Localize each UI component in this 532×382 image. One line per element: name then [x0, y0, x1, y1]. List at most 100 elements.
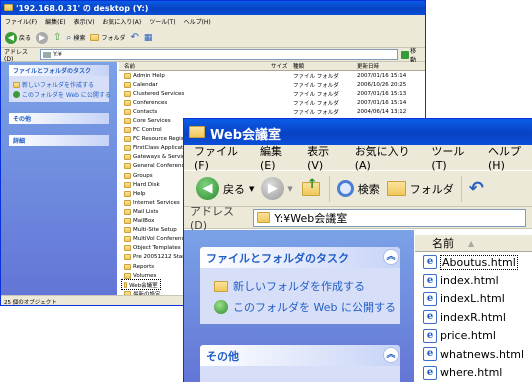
folders-button[interactable]: フォルダ — [90, 33, 125, 42]
file-name: indexR.html — [440, 310, 506, 324]
folder-icon — [124, 154, 131, 161]
table-row[interactable]: Clustered Services ファイル フォルダ 2007/01/16 15… — [119, 89, 425, 98]
back-address-field[interactable]: Y:¥ — [40, 49, 399, 60]
menu-item[interactable]: 表示(V) — [307, 143, 341, 172]
menu-item[interactable]: ツール(T) — [149, 17, 175, 26]
menu-item[interactable]: 編集(E) — [260, 143, 293, 172]
list-item[interactable]: e Aboutus.html — [423, 253, 524, 271]
back-tasks-header[interactable]: ファイルとフォルダのタスク — [9, 65, 109, 76]
undo-icon[interactable]: ↶ — [469, 178, 484, 199]
column-date[interactable]: 更新日時 — [357, 62, 379, 70]
collapse-tasks-icon[interactable]: ︽ — [383, 249, 399, 265]
menu-item[interactable]: ヘルプ(H) — [488, 143, 532, 172]
folder-icon — [124, 118, 131, 125]
menu-item[interactable]: ファイル(F) — [194, 143, 246, 172]
list-item[interactable]: e whatnews.html — [423, 345, 524, 363]
search-button[interactable]: 検索 — [336, 180, 380, 197]
column-name[interactable]: 名前 — [124, 62, 135, 70]
title-folder-icon — [189, 126, 205, 138]
folder-icon — [124, 127, 131, 134]
forward-dropdown-icon[interactable]: ▼ — [287, 185, 292, 193]
table-row[interactable]: Conferences ファイル フォルダ 2007/01/16 15:14 — [119, 98, 425, 107]
front-rows: e Aboutus.html e index.html e indexL.html e ind… — [423, 253, 524, 382]
menu-item[interactable]: ヘルプ(H) — [184, 17, 211, 26]
front-task-publish[interactable]: このフォルダを Web に公開する — [214, 299, 396, 315]
file-name: indexL.html — [440, 292, 505, 306]
folder-icon — [124, 218, 131, 225]
front-tasks-header[interactable]: ファイルとフォルダのタスク — [200, 247, 400, 268]
row-type: ファイル フォルダ — [293, 73, 339, 80]
menu-item[interactable]: お気に入り(A) — [355, 143, 418, 172]
separator — [328, 175, 330, 202]
row-name: Clustered Services — [133, 90, 185, 97]
table-row[interactable]: Web会議室 — [121, 279, 161, 291]
front-menu-bar: ファイル(F) 編集(E) 表示(V) お気に入り(A) ツール(T) ヘルプ(H) — [184, 143, 532, 172]
menu-item[interactable]: ツール(T) — [431, 143, 474, 172]
search-button[interactable]: ⌕ 検索 — [66, 33, 85, 43]
list-item[interactable]: e price.html — [423, 327, 524, 345]
new-folder-icon — [13, 81, 20, 88]
back-details-header[interactable]: 詳細 — [9, 135, 109, 146]
row-type: ファイル フォルダ — [293, 91, 339, 98]
folder-icon — [124, 145, 131, 152]
folders-button[interactable]: フォルダ — [386, 181, 454, 197]
html-file-icon: e — [423, 255, 437, 270]
publish-web-icon — [214, 300, 228, 314]
folder-icon — [124, 72, 131, 79]
back-other-header[interactable]: その他 — [9, 113, 109, 124]
row-type: ファイル フォルダ — [293, 100, 339, 107]
back-title-bar[interactable]: '192.168.0.31' の desktop (Y:) — [1, 1, 425, 15]
back-task-new-folder[interactable]: 新しいフォルダを作成する — [13, 80, 94, 89]
menu-item[interactable]: お気に入り(A) — [102, 17, 141, 26]
search-icon: ⌕ — [66, 32, 72, 43]
menu-item[interactable]: 表示(V) — [74, 17, 95, 26]
row-date: 2007/01/16 15:13 — [357, 90, 407, 97]
forward-arrow-icon[interactable]: ▶ — [36, 31, 49, 44]
folder-icon — [124, 172, 131, 179]
up-folder-icon[interactable]: ⇧ — [53, 32, 61, 43]
menu-item[interactable]: ファイル(F) — [5, 17, 37, 26]
front-task-new-folder[interactable]: 新しいフォルダを作成する — [214, 278, 365, 294]
table-row[interactable]: Contacts ファイル フォルダ 2004/06/14 13:12 — [119, 107, 425, 116]
list-item[interactable]: e indexR.html — [423, 308, 524, 326]
go-button[interactable]: 移動 — [401, 46, 422, 64]
row-name: Web会議室 — [129, 282, 158, 289]
front-title-bar[interactable]: Web会議室 — [184, 119, 532, 145]
file-name: where.html — [440, 366, 503, 380]
back-button[interactable]: ◀ 戻る — [5, 31, 31, 44]
list-item[interactable]: e where.html — [423, 363, 524, 381]
folder-icon — [124, 136, 131, 143]
forward-button[interactable]: ▶ ▼ — [261, 177, 293, 200]
front-window-title: Web会議室 — [210, 128, 281, 143]
folders-icon — [90, 34, 100, 41]
front-explorer-window: Web会議室 ファイル(F) 編集(E) 表示(V) お気に入り(A) ツール(T) ヘル… — [183, 118, 532, 382]
back-task-publish[interactable]: このフォルダを Web に公開する — [13, 90, 111, 99]
table-row[interactable]: Calendar ファイル フォルダ 2006/10/26 20:25 — [119, 80, 425, 89]
column-size[interactable]: サイズ — [271, 62, 287, 70]
html-file-icon: e — [423, 291, 437, 306]
list-item[interactable]: e indexL.html — [423, 290, 524, 308]
collapse-other-icon[interactable]: ︽ — [383, 347, 399, 363]
front-address-bar: アドレス(D) Y:¥Web会議室 — [184, 205, 532, 232]
undo-icon[interactable]: ↶ — [130, 32, 138, 43]
front-file-list: 名前 ▲ e Aboutus.html e index.html e indexL.htm… — [415, 230, 532, 382]
back-button[interactable]: ◀ 戻る ▼ — [196, 177, 254, 200]
html-file-icon: e — [423, 365, 437, 380]
back-dropdown-icon[interactable]: ▼ — [249, 185, 254, 193]
list-item[interactable]: e index.html — [423, 271, 524, 289]
row-name: Conferences — [133, 99, 168, 106]
row-date: 2006/10/26 20:25 — [357, 81, 407, 88]
table-row[interactable]: Admin Help ファイル フォルダ 2007/01/16 15:14 — [119, 71, 425, 80]
row-name: Admin Help — [133, 72, 165, 79]
front-address-field[interactable]: Y:¥Web会議室 — [253, 208, 526, 227]
front-other-header[interactable]: その他 — [200, 345, 400, 366]
folder-icon — [124, 281, 128, 288]
front-column-header[interactable]: 名前 ▲ — [415, 235, 532, 252]
column-type[interactable]: 種類 — [293, 62, 304, 70]
up-folder-icon[interactable]: ↑ — [300, 177, 322, 198]
folder-icon — [124, 99, 131, 106]
views-icon[interactable]: ▦ — [144, 33, 153, 43]
address-label: アドレス(D) — [4, 48, 29, 63]
folders-icon — [386, 181, 406, 196]
menu-item[interactable]: 編集(E) — [45, 17, 65, 26]
